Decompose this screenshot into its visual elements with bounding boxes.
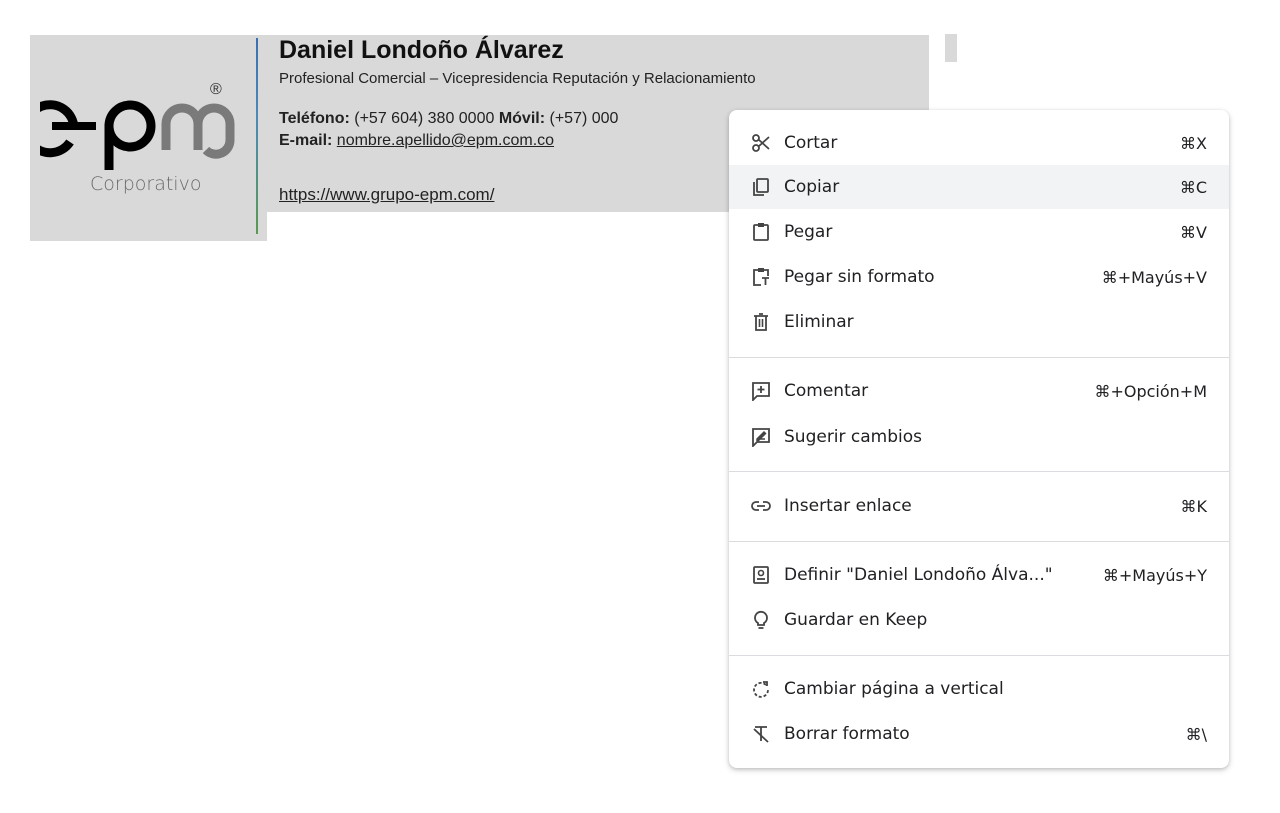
clear-format-icon [750, 723, 772, 745]
menu-item-label: Eliminar [784, 312, 854, 332]
epm-logo [40, 100, 235, 170]
phone-value: (+57 604) 380 0000 [349, 110, 499, 127]
logo-panel: ® Corporativo [30, 35, 267, 241]
menu-separator [729, 541, 1229, 542]
scissors-icon [750, 132, 772, 154]
menu-item-label: Pegar sin formato [784, 267, 935, 287]
menu-item-keep[interactable]: Guardar en Keep [729, 598, 1229, 642]
menu-item-label: Definir "Daniel Londoño Álva..." [784, 565, 1053, 585]
menu-item-rotate-page[interactable]: Cambiar página a vertical [729, 667, 1229, 711]
menu-item-suggest[interactable]: Sugerir cambios [729, 415, 1229, 459]
signature-name[interactable]: Daniel Londoño Álvarez [279, 36, 564, 65]
menu-item-copy[interactable]: Copiar ⌘C [729, 165, 1229, 209]
menu-item-label: Pegar [784, 222, 833, 242]
menu-item-label: Cambiar página a vertical [784, 679, 1004, 699]
context-menu: Cortar ⌘X Copiar ⌘C Pegar ⌘V Pegar sin f… [729, 110, 1229, 768]
website-link[interactable]: https://www.grupo-epm.com/ [279, 185, 494, 205]
phone-label: Teléfono: [279, 110, 350, 127]
menu-item-shortcut: ⌘+Mayús+Y [1102, 565, 1207, 585]
menu-item-label: Cortar [784, 133, 838, 153]
menu-item-shortcut: ⌘C [1179, 177, 1207, 197]
menu-item-shortcut: ⌘\ [1185, 724, 1207, 744]
menu-item-cut[interactable]: Cortar ⌘X [729, 121, 1229, 165]
menu-item-shortcut: ⌘X [1180, 133, 1207, 153]
menu-separator [729, 357, 1229, 358]
paste-icon [750, 221, 772, 243]
menu-item-shortcut: ⌘+Mayús+V [1101, 267, 1207, 287]
mobile-label: Móvil: [498, 110, 546, 127]
paste-plain-icon [750, 266, 772, 288]
email-label: E-mail: [279, 132, 333, 149]
registered-mark: ® [210, 81, 222, 98]
menu-item-label: Comentar [784, 381, 869, 401]
signature-phone-line[interactable]: Teléfono: (+57 604) 380 0000 Móvil: (+57… [279, 110, 618, 128]
menu-separator [729, 471, 1229, 472]
suggest-edit-icon [750, 426, 772, 448]
menu-item-delete[interactable]: Eliminar [729, 300, 1229, 344]
menu-item-define[interactable]: Definir "Daniel Londoño Álva..." ⌘+Mayús… [729, 553, 1229, 597]
menu-separator [729, 655, 1229, 656]
signature-divider [256, 38, 258, 234]
signature-title[interactable]: Profesional Comercial – Vicepresidencia … [279, 70, 756, 87]
menu-item-insert-link[interactable]: Insertar enlace ⌘K [729, 484, 1229, 528]
menu-item-label: Borrar formato [784, 724, 910, 744]
dictionary-icon [750, 564, 772, 586]
signature-email-line[interactable]: E-mail: nombre.apellido@epm.com.co [279, 132, 554, 150]
lightbulb-icon [750, 609, 772, 631]
add-comment-icon [750, 380, 772, 402]
menu-item-label: Sugerir cambios [784, 427, 923, 447]
menu-item-label: Guardar en Keep [784, 610, 928, 630]
link-icon [750, 495, 772, 517]
scroll-indicator [945, 34, 957, 62]
mobile-value: (+57) 000 [545, 110, 619, 127]
menu-item-shortcut: ⌘V [1180, 222, 1207, 242]
logo-subtitle: Corporativo [90, 173, 202, 195]
menu-item-shortcut: ⌘K [1180, 496, 1208, 516]
email-link[interactable]: nombre.apellido@epm.com.co [337, 132, 554, 149]
menu-item-label: Copiar [784, 177, 840, 197]
copy-icon [750, 176, 772, 198]
trash-icon [750, 311, 772, 333]
menu-item-paste[interactable]: Pegar ⌘V [729, 210, 1229, 254]
menu-item-shortcut: ⌘+Opción+M [1094, 381, 1207, 401]
menu-item-label: Insertar enlace [784, 496, 912, 516]
rotate-icon [750, 678, 772, 700]
menu-item-comment[interactable]: Comentar ⌘+Opción+M [729, 369, 1229, 413]
menu-item-paste-plain[interactable]: Pegar sin formato ⌘+Mayús+V [729, 255, 1229, 299]
menu-item-clear-format[interactable]: Borrar formato ⌘\ [729, 712, 1229, 756]
